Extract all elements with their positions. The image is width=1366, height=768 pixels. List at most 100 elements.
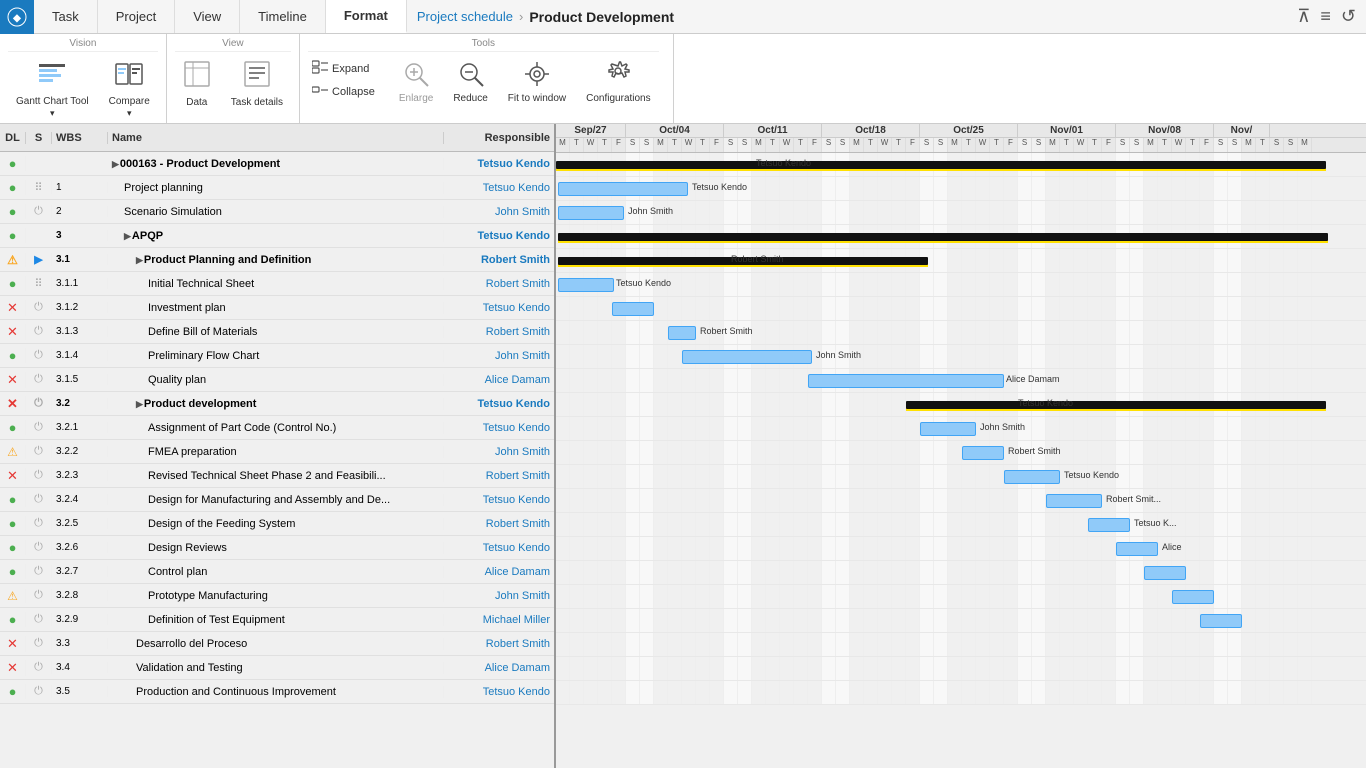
cell-name[interactable]: ▶Product development	[108, 398, 444, 410]
table-row[interactable]: ✕ ⏻ 3.1.3 Define Bill of Materials Rober…	[0, 320, 554, 344]
chart-day-cell: T	[990, 138, 1004, 152]
cell-name[interactable]: Production and Continuous Improvement	[108, 686, 444, 698]
gantt-chart-tool-button[interactable]: Gantt Chart Tool▾	[8, 56, 97, 124]
cell-name[interactable]: Design of the Feeding System	[108, 518, 444, 530]
cell-dl: ●	[0, 420, 26, 435]
gantt-left-panel: DL S WBS Name Responsible ● ▶000163 - Pr…	[0, 124, 556, 768]
refresh-icon[interactable]: ↺	[1341, 6, 1356, 27]
cell-name[interactable]: Quality plan	[108, 374, 444, 386]
data-icon	[183, 60, 211, 95]
cell-name[interactable]: Design Reviews	[108, 542, 444, 554]
cell-dl: ⚠	[0, 445, 26, 459]
table-row[interactable]: ● ⏻ 3.2.9 Definition of Test Equipment M…	[0, 608, 554, 632]
table-row[interactable]: ⚠ ⏻ 3.2.2 FMEA preparation John Smith	[0, 440, 554, 464]
expand-button[interactable]: Expand	[308, 58, 379, 79]
table-row[interactable]: ● ⏻ 3.2.4 Design for Manufacturing and A…	[0, 488, 554, 512]
cell-s: ⏻	[26, 349, 52, 362]
table-row[interactable]: ● ⏻ 3.2.6 Design Reviews Tetsuo Kendo	[0, 536, 554, 560]
table-row[interactable]: ⚠ ▶ 3.1 ▶Product Planning and Definition…	[0, 248, 554, 272]
cell-name[interactable]: Investment plan	[108, 302, 444, 314]
chart-day-cell: T	[1256, 138, 1270, 152]
cell-name[interactable]: Revised Technical Sheet Phase 2 and Feas…	[108, 470, 444, 482]
fit-to-window-button[interactable]: Fit to window	[500, 56, 574, 109]
list-icon[interactable]: ≡	[1320, 6, 1331, 27]
collapse-button[interactable]: Collapse	[308, 81, 379, 102]
cell-wbs: 1	[52, 182, 108, 193]
table-row[interactable]: ● ⏻ 2 Scenario Simulation John Smith	[0, 200, 554, 224]
cell-wbs: 3.2.9	[52, 614, 108, 625]
table-row[interactable]: ● ⏻ 3.2.5 Design of the Feeding System R…	[0, 512, 554, 536]
cell-resp: Tetsuo Kendo	[444, 230, 554, 242]
cell-name[interactable]: ▶APQP	[108, 230, 444, 242]
cell-name[interactable]: Prototype Manufacturing	[108, 590, 444, 602]
chart-month: Oct/18	[822, 124, 920, 137]
cell-name[interactable]: Desarrollo del Proceso	[108, 638, 444, 650]
chart-day-cell: T	[1088, 138, 1102, 152]
cell-name[interactable]: Assignment of Part Code (Control No.)	[108, 422, 444, 434]
tab-project[interactable]: Project	[98, 0, 175, 33]
pin-icon[interactable]: ⊼	[1297, 6, 1310, 27]
configurations-button[interactable]: Configurations	[578, 56, 658, 109]
cell-name[interactable]: Initial Technical Sheet	[108, 278, 444, 290]
cell-s: ⠿	[26, 277, 52, 290]
table-row[interactable]: ● ▶000163 - Product Development Tetsuo K…	[0, 152, 554, 176]
cell-name[interactable]: Preliminary Flow Chart	[108, 350, 444, 362]
cell-dl: ●	[0, 156, 26, 171]
gantt-rows: ● ▶000163 - Product Development Tetsuo K…	[0, 152, 554, 768]
tab-format[interactable]: Format	[326, 0, 407, 33]
tab-task[interactable]: Task	[34, 0, 98, 33]
tab-view[interactable]: View	[175, 0, 240, 33]
enlarge-button[interactable]: Enlarge	[391, 56, 441, 109]
table-row[interactable]: ● ⏻ 3.1.4 Preliminary Flow Chart John Sm…	[0, 344, 554, 368]
compare-button[interactable]: Compare▾	[101, 56, 158, 124]
table-row[interactable]: ● 3 ▶APQP Tetsuo Kendo	[0, 224, 554, 248]
cell-name[interactable]: Scenario Simulation	[108, 206, 444, 218]
compare-icon	[114, 60, 144, 94]
table-row[interactable]: ✕ ⏻ 3.1.2 Investment plan Tetsuo Kendo	[0, 296, 554, 320]
ribbon-vision-items: Gantt Chart Tool▾ Compare▾	[8, 56, 158, 124]
cell-name[interactable]: FMEA preparation	[108, 446, 444, 458]
col-header-resp: Responsible	[444, 132, 554, 144]
cell-name[interactable]: Project planning	[108, 182, 444, 194]
configurations-icon	[604, 60, 632, 91]
data-button[interactable]: Data	[175, 56, 219, 113]
table-row[interactable]: ✕ ⏻ 3.1.5 Quality plan Alice Damam	[0, 368, 554, 392]
breadcrumb-parent[interactable]: Project schedule	[417, 9, 513, 24]
cell-dl: ●	[0, 204, 26, 219]
table-row[interactable]: ● ⏻ 3.2.7 Control plan Alice Damam	[0, 560, 554, 584]
cell-resp: Alice Damam	[444, 566, 554, 578]
table-row[interactable]: ● ⏻ 3.5 Production and Continuous Improv…	[0, 680, 554, 704]
cell-name[interactable]: Definition of Test Equipment	[108, 614, 444, 626]
cell-name[interactable]: ▶000163 - Product Development	[108, 158, 444, 170]
chart-day-cell: S	[1214, 138, 1228, 152]
reduce-button[interactable]: Reduce	[445, 56, 495, 109]
cell-resp: Tetsuo Kendo	[444, 158, 554, 170]
cell-resp: Alice Damam	[444, 374, 554, 386]
table-row[interactable]: ● ⠿ 1 Project planning Tetsuo Kendo	[0, 176, 554, 200]
table-row[interactable]: ✕ ⏻ 3.4 Validation and Testing Alice Dam…	[0, 656, 554, 680]
chart-day-cell: S	[836, 138, 850, 152]
table-row[interactable]: ● ⠿ 3.1.1 Initial Technical Sheet Robert…	[0, 272, 554, 296]
chart-day-cell: S	[934, 138, 948, 152]
table-row[interactable]: ● ⏻ 3.2.1 Assignment of Part Code (Contr…	[0, 416, 554, 440]
cell-name[interactable]: Define Bill of Materials	[108, 326, 444, 338]
chart-day-cell: F	[1004, 138, 1018, 152]
chart-day-cell: S	[1116, 138, 1130, 152]
chart-grid-row	[556, 513, 1366, 537]
chart-day-cell: S	[1130, 138, 1144, 152]
table-row[interactable]: ✕ ⏻ 3.2 ▶Product development Tetsuo Kend…	[0, 392, 554, 416]
cell-name[interactable]: Control plan	[108, 566, 444, 578]
cell-name[interactable]: Design for Manufacturing and Assembly an…	[108, 494, 444, 506]
table-row[interactable]: ✕ ⏻ 3.2.3 Revised Technical Sheet Phase …	[0, 464, 554, 488]
chart-grid-row	[556, 177, 1366, 201]
cell-name[interactable]: Validation and Testing	[108, 662, 444, 674]
chart-day-cell: S	[1284, 138, 1298, 152]
task-details-button[interactable]: Task details	[223, 56, 291, 113]
tab-timeline[interactable]: Timeline	[240, 0, 326, 33]
table-row[interactable]: ✕ ⏻ 3.3 Desarrollo del Proceso Robert Sm…	[0, 632, 554, 656]
gantt-chart[interactable]: Sep/27Oct/04Oct/11Oct/18Oct/25Nov/01Nov/…	[556, 124, 1366, 768]
table-row[interactable]: ⚠ ⏻ 3.2.8 Prototype Manufacturing John S…	[0, 584, 554, 608]
cell-name[interactable]: ▶Product Planning and Definition	[108, 254, 444, 266]
chart-grid-row	[556, 537, 1366, 561]
ribbon-group-title-tools: Tools	[308, 38, 659, 52]
